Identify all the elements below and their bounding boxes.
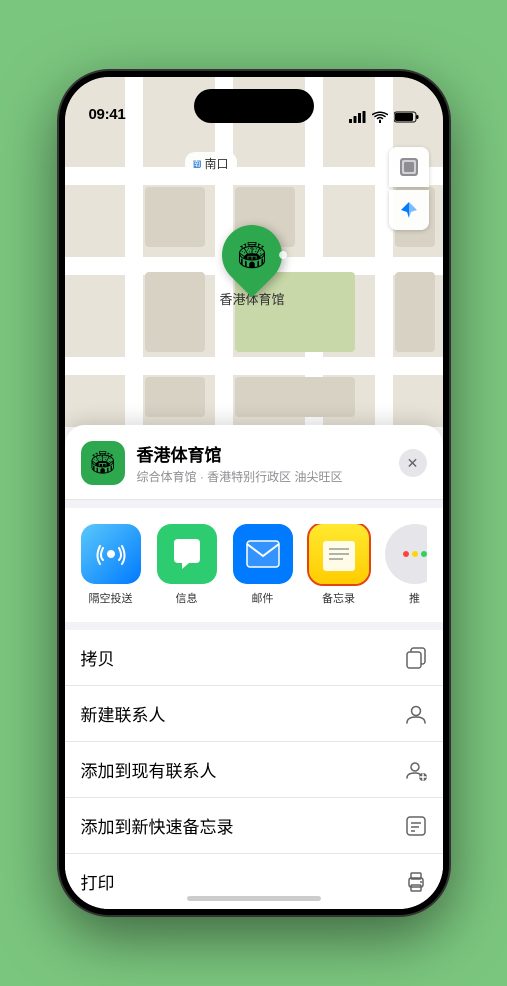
- action-add-existing[interactable]: 添加到现有联系人: [65, 742, 443, 798]
- add-contact-icon: [405, 759, 427, 781]
- airdrop-svg: [95, 538, 127, 570]
- layers-icon: [398, 156, 420, 178]
- home-indicator: [187, 896, 321, 901]
- notes-label: 备忘录: [322, 590, 355, 606]
- venue-icon: 🏟: [81, 441, 125, 485]
- battery-icon: [394, 111, 419, 123]
- notes-svg: [321, 533, 357, 575]
- messages-icon: [157, 524, 217, 584]
- add-existing-label: 添加到现有联系人: [81, 757, 217, 782]
- venue-header: 🏟 香港体育馆 综合体育馆 · 香港特别行政区 油尖旺区 ✕: [65, 425, 443, 500]
- messages-label: 信息: [176, 590, 198, 606]
- venue-info: 香港体育馆 综合体育馆 · 香港特别行政区 油尖旺区: [137, 441, 387, 485]
- location-pin: 🏟: [210, 213, 295, 298]
- mail-svg: [246, 540, 280, 568]
- copy-label: 拷贝: [81, 645, 115, 670]
- notes-icon: [309, 524, 369, 584]
- new-contact-icon: [405, 703, 427, 725]
- dot-yellow: [412, 551, 418, 557]
- share-app-messages[interactable]: 信息: [157, 524, 217, 606]
- messages-svg: [170, 537, 204, 571]
- venue-desc: 综合体育馆 · 香港特别行政区 油尖旺区: [137, 468, 387, 485]
- share-app-notes[interactable]: 备忘录: [309, 524, 369, 606]
- map-label-text: 南口: [205, 155, 229, 172]
- wifi-icon: [372, 111, 388, 123]
- phone-frame: 09:41: [59, 71, 449, 915]
- mail-label: 邮件: [252, 590, 274, 606]
- map-block-3: [145, 272, 205, 352]
- map-block-7: [395, 272, 435, 352]
- dot-red: [403, 551, 409, 557]
- share-app-mail[interactable]: 邮件: [233, 524, 293, 606]
- share-app-airdrop[interactable]: 隔空投送: [81, 524, 141, 606]
- more-dots: [403, 551, 427, 557]
- map-layers-button[interactable]: [389, 147, 429, 187]
- status-icons: [349, 111, 419, 123]
- map-block-1: [145, 187, 205, 247]
- airdrop-label: 隔空投送: [89, 590, 133, 606]
- airdrop-icon: [81, 524, 141, 584]
- close-button[interactable]: ✕: [399, 449, 427, 477]
- new-contact-label: 新建联系人: [81, 701, 166, 726]
- location-button[interactable]: [389, 190, 429, 230]
- signal-icon: [349, 111, 366, 123]
- copy-icon: [405, 647, 427, 669]
- mail-icon: [233, 524, 293, 584]
- map-block-4: [145, 377, 205, 417]
- pin-icon: 🏟: [235, 240, 268, 271]
- status-time: 09:41: [89, 106, 126, 123]
- map-label: 南 南口: [185, 152, 237, 175]
- dot-green: [421, 551, 427, 557]
- print-label: 打印: [81, 869, 115, 894]
- action-add-notes[interactable]: 添加到新快速备忘录: [65, 798, 443, 854]
- share-row: 隔空投送 信息: [65, 508, 443, 622]
- share-apps: 隔空投送 信息: [81, 524, 427, 606]
- bottom-sheet: 🏟 香港体育馆 综合体育馆 · 香港特别行政区 油尖旺区 ✕: [65, 425, 443, 909]
- map-controls: [389, 147, 429, 230]
- dynamic-island: [194, 89, 314, 123]
- notes-highlight-wrapper: [309, 524, 369, 584]
- share-app-more[interactable]: 推: [385, 524, 427, 606]
- action-new-contact[interactable]: 新建联系人: [65, 686, 443, 742]
- venue-name: 香港体育馆: [137, 441, 387, 466]
- add-notes-label: 添加到新快速备忘录: [81, 813, 234, 838]
- map-block-5: [235, 377, 355, 417]
- location-arrow-icon: [399, 200, 419, 220]
- action-list: 拷贝 新建联系人 添加到现有联系人: [65, 630, 443, 909]
- more-apps-icon: [385, 524, 427, 584]
- print-icon: [405, 871, 427, 893]
- location-pin-wrapper: 🏟 香港体育馆: [220, 225, 285, 308]
- map-label-dot: 南: [193, 160, 201, 168]
- quick-note-icon: [405, 815, 427, 837]
- action-copy[interactable]: 拷贝: [65, 630, 443, 686]
- more-label: 推: [409, 590, 420, 606]
- phone-screen: 09:41: [65, 77, 443, 909]
